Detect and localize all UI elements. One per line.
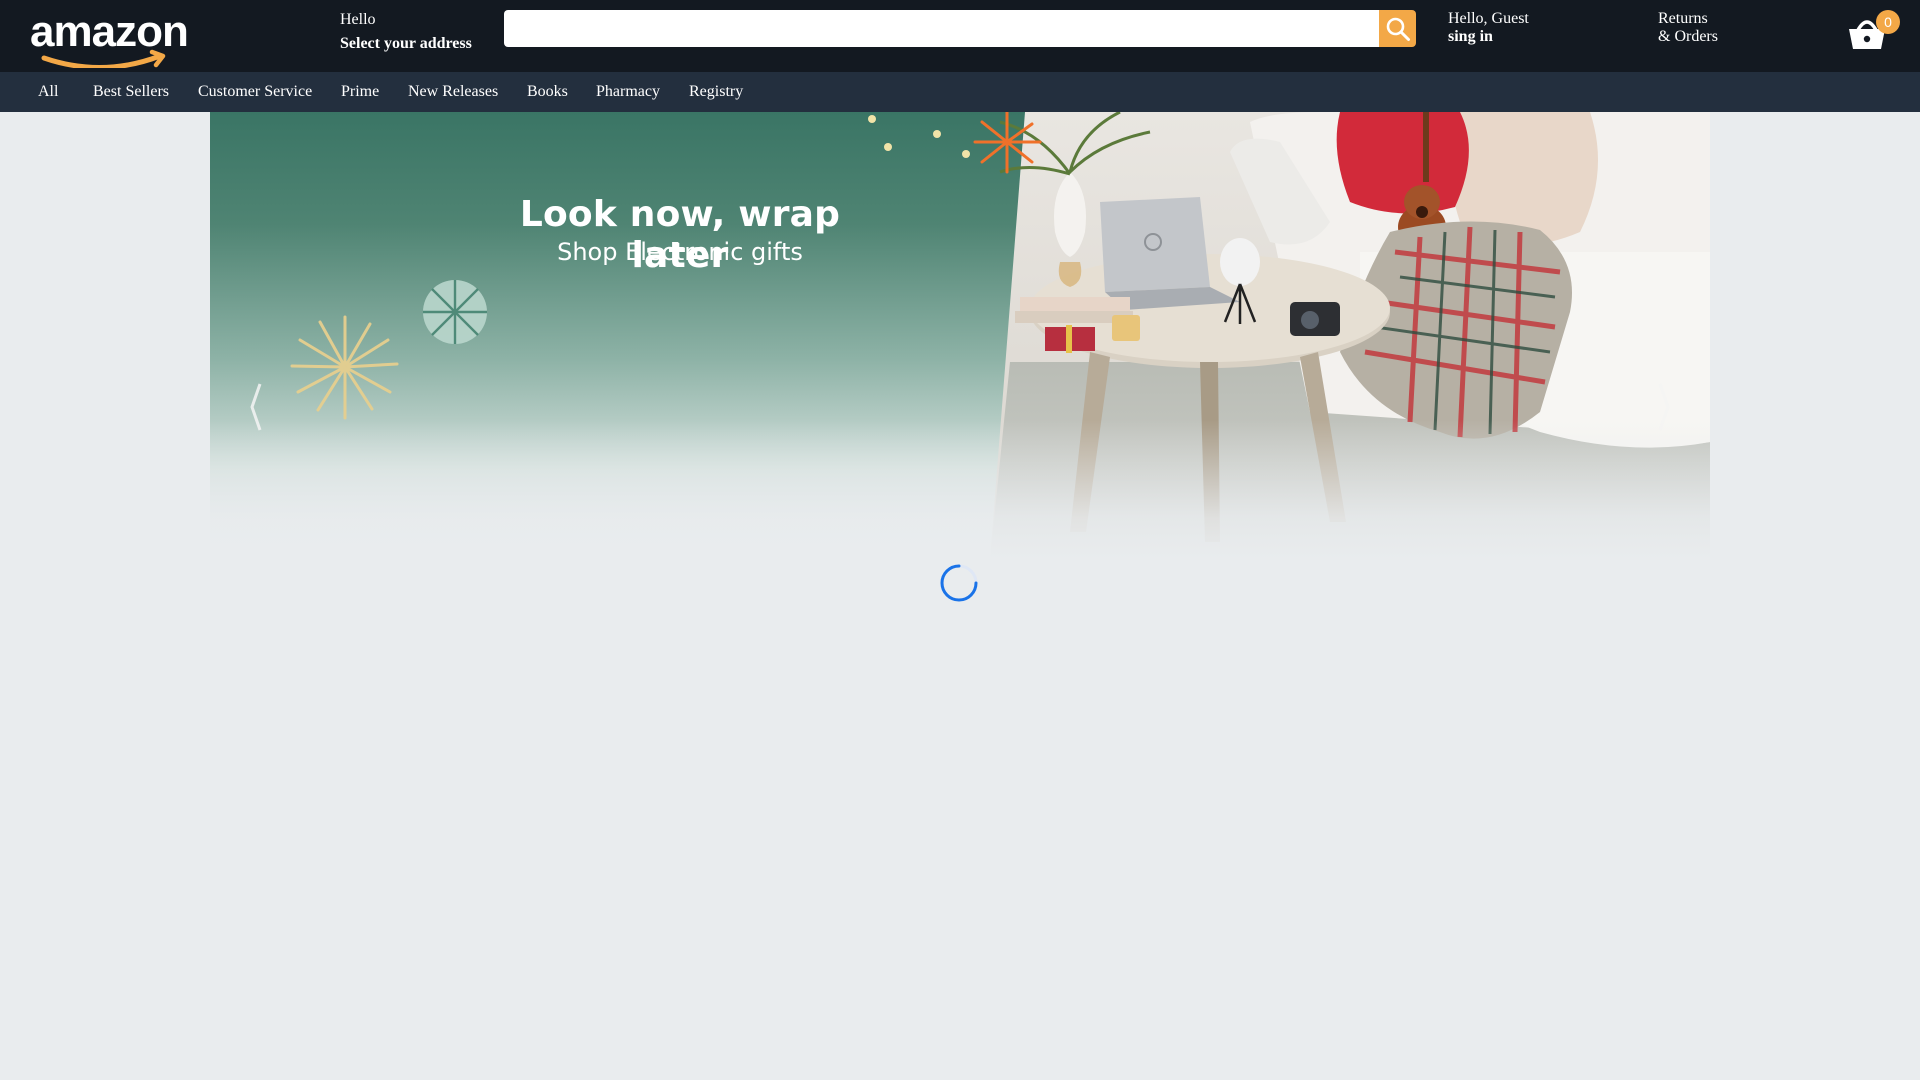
loading-spinner-icon [940, 564, 978, 602]
search-button[interactable] [1379, 10, 1416, 47]
hero-banner[interactable]: Look now, wrap later Shop Electronic gif… [210, 112, 1710, 560]
nav-item-prime[interactable]: Prime [341, 72, 379, 112]
nav-item-registry[interactable]: Registry [689, 72, 743, 112]
nav-bar: All Best Sellers Customer Service Prime … [0, 72, 1920, 112]
returns-line2: & Orders [1658, 28, 1718, 45]
nav-item-pharmacy[interactable]: Pharmacy [596, 72, 660, 112]
amazon-logo[interactable]: amazon [30, 7, 192, 71]
carousel-next-arrow-icon[interactable] [1656, 382, 1670, 432]
account-menu[interactable]: Hello, Guest sing in [1448, 10, 1529, 46]
hero-subtitle[interactable]: Shop Electronic gifts [500, 238, 860, 266]
nav-item-books[interactable]: Books [527, 72, 568, 112]
nav-item-best-sellers[interactable]: Best Sellers [93, 72, 169, 112]
search-input[interactable] [504, 10, 1379, 47]
returns-line1: Returns [1658, 10, 1708, 27]
cart-count-badge: 0 [1876, 10, 1900, 34]
delivery-address[interactable]: Hello Select your address [340, 8, 472, 56]
nav-item-customer-service[interactable]: Customer Service [198, 72, 312, 112]
account-greeting: Hello, Guest [1448, 10, 1529, 27]
cart-button[interactable]: 0 [1846, 8, 1902, 52]
hero-bottom-fade [210, 420, 1710, 560]
search-bar [504, 10, 1416, 47]
returns-orders[interactable]: Returns & Orders [1658, 10, 1718, 46]
sign-in-link[interactable]: sing in [1448, 28, 1529, 46]
nav-item-all[interactable]: All [38, 72, 58, 112]
nav-item-new-releases[interactable]: New Releases [408, 72, 498, 112]
search-icon [1386, 17, 1410, 41]
top-header: amazon Hello Select your address Hello, … [0, 0, 1920, 72]
address-hello: Hello [340, 11, 376, 28]
carousel-prev-arrow-icon[interactable] [250, 382, 264, 432]
address-select: Select your address [340, 35, 472, 52]
svg-text:amazon: amazon [30, 12, 188, 56]
